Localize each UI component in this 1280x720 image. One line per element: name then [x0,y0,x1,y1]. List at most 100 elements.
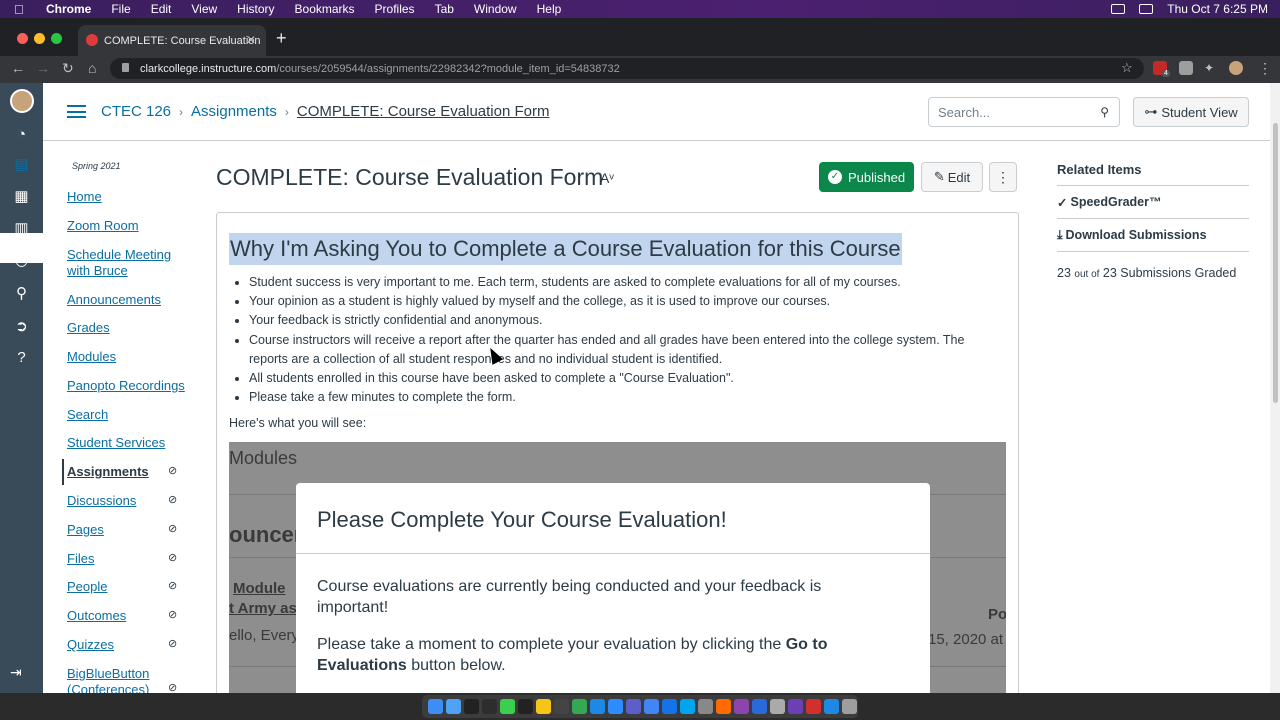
graded-summary: 23 out of 23 Submissions Graded [1057,266,1249,280]
commons-icon[interactable]: ➲ [11,317,32,338]
podcasts-icon[interactable] [734,699,749,714]
menu-window[interactable]: Window [474,2,517,16]
profile-avatar[interactable] [1229,61,1243,75]
messages-icon[interactable] [500,699,515,714]
search-input[interactable]: Search... ⚲ [928,97,1120,127]
trash-icon[interactable] [842,699,857,714]
translate-icon[interactable]: Aᵛ [600,170,614,186]
speedgrader-link[interactable]: ✓ SpeedGrader™ [1057,186,1249,219]
course-nav-student-services[interactable]: Student Services [67,435,187,451]
app-icon[interactable] [752,699,767,714]
breadcrumb-assignments[interactable]: Assignments [191,103,277,120]
collapse-nav-icon[interactable]: ⇥ [10,664,22,681]
zoom-icon[interactable] [608,699,623,714]
bookmark-star-icon[interactable]: ☆ [1121,60,1133,76]
graded-count: 23 [1057,266,1071,280]
app-icon[interactable] [662,699,677,714]
menu-profiles[interactable]: Profiles [375,2,415,16]
active-indicator [62,459,64,485]
courses-icon[interactable]: ▤ [11,155,32,176]
course-nav-search[interactable]: Search [67,407,187,423]
app-icon[interactable] [824,699,839,714]
app-icon[interactable] [680,699,695,714]
search-global-icon[interactable]: ⚲ [11,284,32,305]
address-bar[interactable]: clarkcollege.instructure.com/courses/205… [110,58,1144,79]
course-nav-modules[interactable]: Modules [67,349,187,365]
download-label[interactable]: Download Submissions [1066,228,1207,242]
back-icon[interactable]: ← [11,60,25,76]
reload-icon[interactable]: ↻ [62,60,74,77]
zoom-window-icon[interactable] [51,33,62,44]
new-tab-icon[interactable]: + [276,28,287,49]
settings-icon[interactable] [770,699,785,714]
menu-view[interactable]: View [191,2,217,16]
more-options-button[interactable]: ⋮ [989,162,1017,192]
app-icon[interactable] [536,699,551,714]
browser-tab[interactable]: COMPLETE: Course Evaluation ✕ [78,25,266,56]
breadcrumb-current[interactable]: COMPLETE: Course Evaluation Form [297,103,550,120]
shot-hello-text: ello, Every [229,627,300,644]
extension-icon-2[interactable] [1179,61,1193,75]
apple-icon[interactable]:  [14,2,36,17]
scrollbar-thumb[interactable] [1273,123,1278,403]
app-icon[interactable] [788,699,803,714]
hidden-eye-icon: ⊘ [168,682,178,693]
notion-icon[interactable] [518,699,533,714]
speedgrader-label[interactable]: SpeedGrader™ [1070,195,1161,209]
vscode-icon[interactable] [590,699,605,714]
app-icon[interactable] [806,699,821,714]
pencil-icon: ✎ [933,169,945,184]
menu-history[interactable]: History [237,2,274,16]
menu-app-name[interactable]: Chrome [46,2,91,16]
teams-icon[interactable] [626,699,641,714]
app-icon[interactable] [698,699,713,714]
menu-help[interactable]: Help [537,2,562,16]
graded-total: 23 Submissions Graded [1102,266,1237,280]
published-button[interactable]: ✓ Published [819,162,914,192]
control-center-icon[interactable] [1139,4,1154,14]
menu-tab[interactable]: Tab [435,2,454,16]
chrome-menu-icon[interactable]: ⋮ [1258,60,1272,77]
menu-bookmarks[interactable]: Bookmarks [295,2,355,16]
menu-file[interactable]: File [111,2,130,16]
screen-icon[interactable] [1111,4,1126,14]
chrome-dock-icon[interactable] [572,699,587,714]
course-nav-announcements[interactable]: Announcements [67,292,187,308]
minimize-window-icon[interactable] [34,33,45,44]
menu-edit[interactable]: Edit [151,2,172,16]
home-icon[interactable]: ⌂ [88,60,96,76]
search-icon[interactable]: ⚲ [1100,105,1109,119]
course-nav-home[interactable]: Home [67,189,187,205]
close-tab-icon[interactable]: ✕ [246,33,256,47]
help-icon[interactable]: ? [11,349,32,370]
hamburger-menu-icon[interactable] [67,105,86,118]
finder-icon[interactable] [428,699,443,714]
search-placeholder: Search... [938,104,991,120]
breadcrumb-course[interactable]: CTEC 126 [101,103,171,120]
edit-button[interactable]: ✎ Edit [921,162,983,192]
course-nav-schedule[interactable]: Schedule Meeting with Bruce [67,247,187,279]
course-nav-grades[interactable]: Grades [67,320,187,336]
course-nav-zoom[interactable]: Zoom Room [67,218,187,234]
app-icon[interactable] [644,699,659,714]
student-view-button[interactable]: ⊶ Student View [1133,97,1249,127]
app-icon[interactable] [482,699,497,714]
app-store-icon[interactable] [446,699,461,714]
menubar-clock[interactable]: Thu Oct 7 6:25 PM [1167,2,1268,16]
history-icon[interactable]: ◷ [11,251,32,272]
dashboard-icon[interactable]: ◔ [11,126,32,147]
app-icon[interactable] [716,699,731,714]
app-icon[interactable] [554,699,569,714]
lock-icon[interactable] [122,63,129,72]
course-navigation: Spring 2021 Home Zoom Room Schedule Meet… [43,141,213,693]
extensions-puzzle-icon[interactable]: ✦ [1204,61,1218,75]
page-scrollbar[interactable] [1270,83,1280,693]
account-avatar[interactable] [10,89,34,113]
calendar-icon[interactable]: ▦ [11,187,32,208]
inbox-icon[interactable]: ▥ [11,219,32,240]
course-nav-panopto[interactable]: Panopto Recordings [67,378,187,394]
close-window-icon[interactable] [17,33,28,44]
forward-icon[interactable]: → [36,60,50,76]
download-submissions-link[interactable]: ⤓ Download Submissions [1057,219,1249,252]
terminal-icon[interactable] [464,699,479,714]
